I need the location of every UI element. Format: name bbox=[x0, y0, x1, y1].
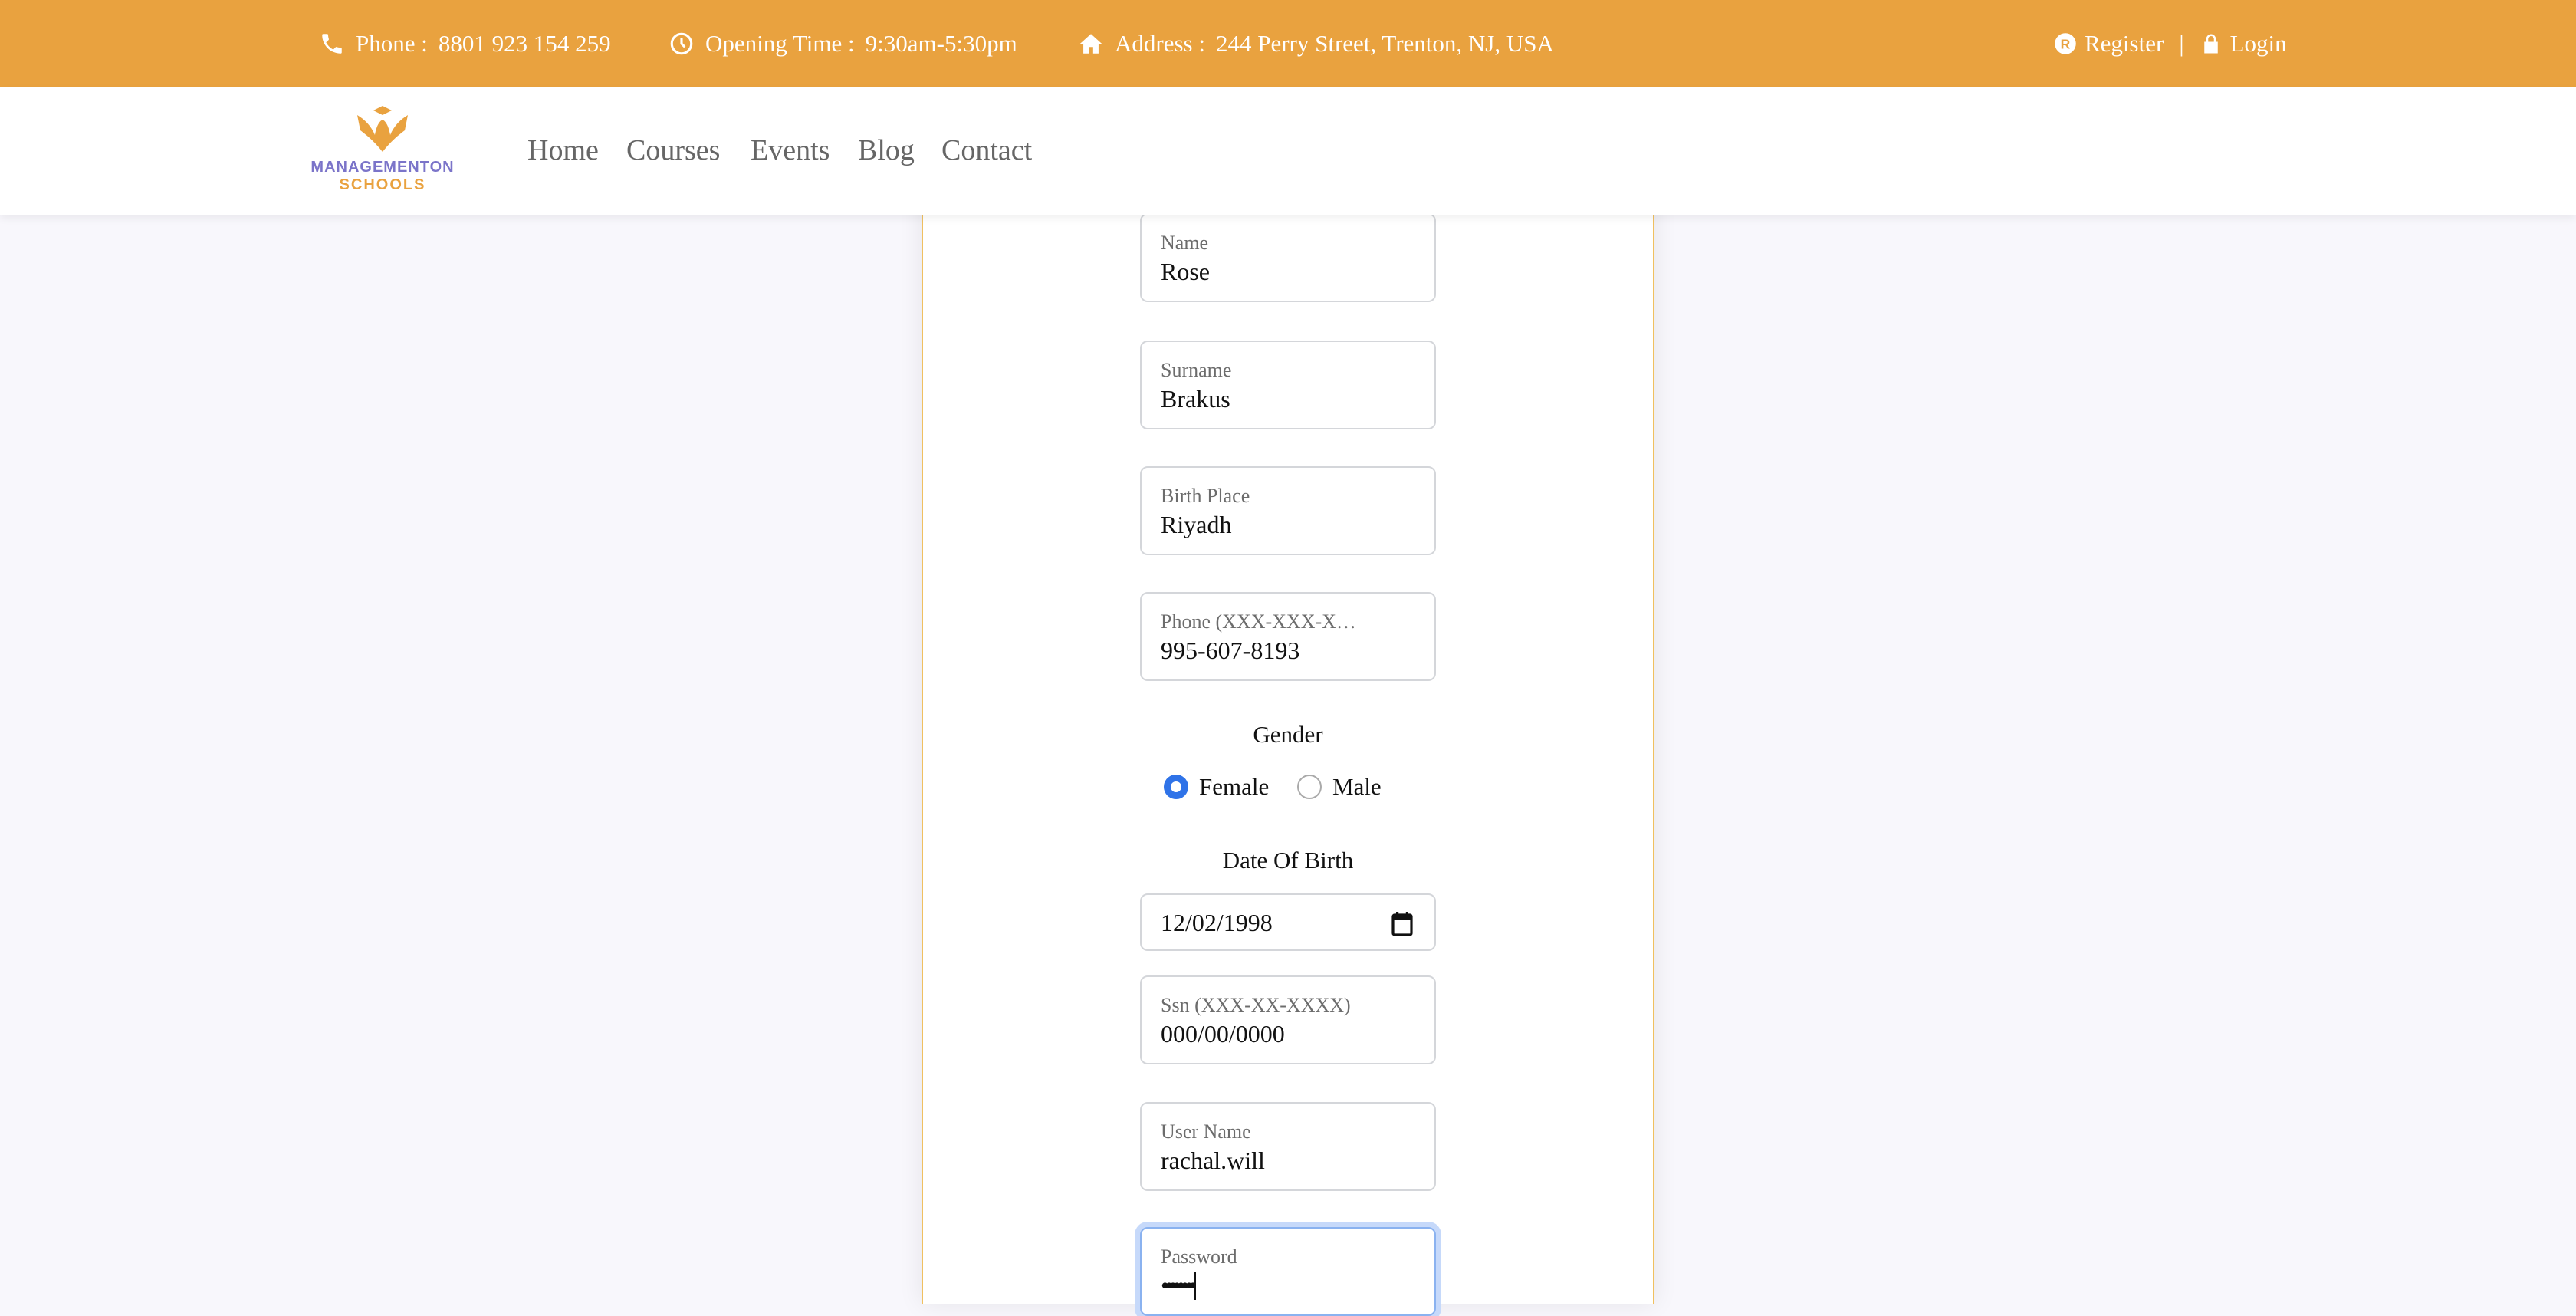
password-label: Password bbox=[1161, 1245, 1237, 1268]
main-navbar: MANAGEMENTON SCHOOLS Home Courses Events… bbox=[0, 87, 2576, 215]
lock-icon bbox=[2203, 34, 2218, 54]
username-label: User Name bbox=[1161, 1120, 1251, 1143]
male-label: Male bbox=[1332, 773, 1382, 800]
opening-time-info: Opening Time : 9:30am-5:30pm bbox=[669, 0, 1017, 87]
surname-label: Surname bbox=[1161, 359, 1232, 381]
login-link[interactable]: Login bbox=[2230, 30, 2287, 58]
gender-label: Gender bbox=[1253, 721, 1323, 748]
surname-value: Brakus bbox=[1161, 385, 1230, 413]
username-value: rachal.will bbox=[1161, 1147, 1265, 1174]
name-value: Rose bbox=[1161, 258, 1210, 285]
phone-number: 8801 923 154 259 bbox=[438, 30, 611, 57]
phone-label: Phone : bbox=[356, 30, 428, 57]
birth-place-label: Birth Place bbox=[1161, 485, 1250, 507]
nav-home[interactable]: Home bbox=[527, 133, 599, 167]
nav-events[interactable]: Events bbox=[751, 133, 830, 167]
account-links: R Register | Login bbox=[2054, 0, 2287, 87]
name-label: Name bbox=[1161, 232, 1209, 254]
nav-blog[interactable]: Blog bbox=[858, 133, 915, 167]
ssn-label: Ssn (XXX-XX-XXXX) bbox=[1161, 994, 1351, 1016]
logo-emblem-icon bbox=[357, 106, 408, 152]
female-label: Female bbox=[1199, 773, 1270, 800]
date-of-birth-label: Date Of Birth bbox=[1222, 847, 1354, 873]
phone-field-label: Phone (XXX-XXX-XXXX) bbox=[1161, 610, 1368, 633]
nav-contact[interactable]: Contact bbox=[941, 133, 1032, 167]
logo-text-line2: SCHOOLS bbox=[339, 176, 426, 193]
radio-selected-icon bbox=[1164, 775, 1188, 799]
svg-text:R: R bbox=[2061, 36, 2071, 51]
register-link[interactable]: Register bbox=[2085, 30, 2164, 58]
logo[interactable]: MANAGEMENTON SCHOOLS bbox=[304, 104, 462, 193]
address-info: Address : 244 Perry Street, Trenton, NJ,… bbox=[1078, 0, 1554, 87]
password-value: •••••••• bbox=[1161, 1272, 1198, 1300]
ssn-field[interactable]: Ssn (XXX-XX-XXXX) 000/00/0000 bbox=[1140, 975, 1436, 1064]
date-of-birth-value: 12/02/1998 bbox=[1161, 909, 1273, 936]
address: 244 Perry Street, Trenton, NJ, USA bbox=[1215, 30, 1554, 57]
password-field[interactable]: Password •••••••• bbox=[1140, 1227, 1436, 1316]
logo-text-line1: MANAGEMENTON bbox=[310, 159, 455, 176]
phone-field[interactable]: Phone (XXX-XXX-XXXX) 995-607-8193 bbox=[1140, 592, 1436, 681]
phone-icon bbox=[322, 34, 342, 54]
top-info-bar: Phone : 8801 923 154 259 Opening Time : … bbox=[0, 0, 2576, 87]
separator: | bbox=[2179, 30, 2184, 57]
ssn-value: 000/00/0000 bbox=[1161, 1020, 1285, 1048]
nav-courses[interactable]: Courses bbox=[626, 133, 720, 167]
opening-time-label: Opening Time : bbox=[705, 30, 855, 57]
clock-icon bbox=[670, 32, 693, 55]
calendar-icon[interactable] bbox=[1392, 910, 1413, 936]
gender-male-radio[interactable]: Male bbox=[1297, 773, 1382, 801]
opening-time: 9:30am-5:30pm bbox=[865, 30, 1017, 57]
birth-place-value: Riyadh bbox=[1161, 511, 1232, 538]
birth-place-field[interactable]: Birth Place Riyadh bbox=[1140, 466, 1436, 555]
phone-field-value: 995-607-8193 bbox=[1161, 637, 1300, 664]
date-of-birth-input[interactable]: 12/02/1998 bbox=[1140, 893, 1436, 951]
gender-female-radio[interactable]: Female bbox=[1164, 773, 1269, 801]
radio-unselected-icon bbox=[1297, 775, 1322, 799]
register-icon: R bbox=[2055, 33, 2076, 54]
phone-info: Phone : 8801 923 154 259 bbox=[319, 0, 611, 87]
address-label: Address : bbox=[1115, 30, 1205, 57]
home-icon bbox=[1079, 34, 1102, 54]
name-field[interactable]: Name Rose bbox=[1140, 213, 1436, 302]
surname-field[interactable]: Surname Brakus bbox=[1140, 341, 1436, 429]
username-field[interactable]: User Name rachal.will bbox=[1140, 1102, 1436, 1191]
